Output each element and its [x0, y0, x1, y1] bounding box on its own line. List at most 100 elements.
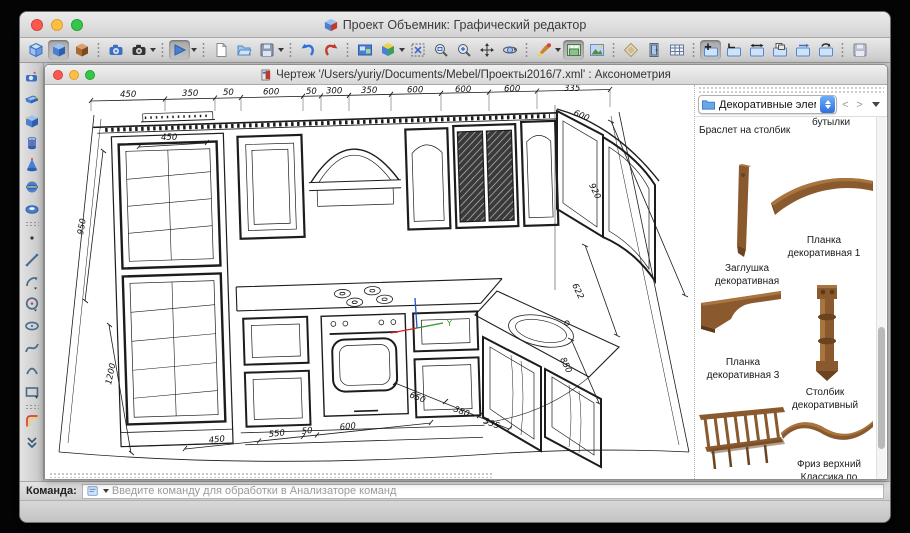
command-history-dropdown-icon[interactable] [103, 489, 109, 493]
doc-close-button[interactable] [53, 70, 63, 80]
list-item-image[interactable] [779, 413, 877, 455]
command-field[interactable] [82, 484, 884, 499]
background-image-icon[interactable] [586, 40, 607, 60]
save-dropdown-icon[interactable] [278, 48, 284, 52]
drawing-canvas[interactable]: 450 350 50 600 50 300 350 600 600 600 33… [45, 85, 694, 479]
zoom-extents-icon[interactable] [407, 40, 428, 60]
render-materials-icon[interactable] [533, 40, 554, 60]
palette-drag-handle[interactable] [698, 86, 884, 93]
palette-menu-button[interactable] [872, 102, 880, 107]
facade-icon[interactable] [643, 40, 664, 60]
status-bar [20, 500, 890, 522]
ellipse-tool-icon[interactable] [22, 316, 42, 336]
list-item-image[interactable] [769, 169, 877, 221]
redo-icon[interactable] [320, 40, 341, 60]
list-item-image[interactable] [697, 285, 785, 339]
copy-element-icon[interactable] [769, 40, 790, 60]
arc-tool-icon[interactable] [22, 360, 42, 380]
dimension-label: 600 [572, 109, 591, 124]
resize-element-icon[interactable] [746, 40, 767, 60]
list-item[interactable]: Браслет на столбик [699, 125, 809, 138]
add-corner-element-icon[interactable] [723, 40, 744, 60]
list-item[interactable]: Столбик декоративный [783, 387, 867, 412]
palette-back-button[interactable]: < [840, 99, 851, 111]
dimension-label: 850 [557, 356, 573, 375]
line-tool-icon[interactable] [22, 250, 42, 270]
palette-forward-button[interactable]: > [854, 99, 865, 111]
doc-zoom-button[interactable] [85, 70, 95, 80]
drawing-area[interactable]: 450 350 50 600 50 300 350 600 600 600 33… [45, 85, 694, 479]
fillet-tool-icon[interactable] [22, 411, 42, 431]
palette-scrollbar-thumb[interactable] [878, 327, 885, 449]
workspace: Чертеж '/Users/yuriy/Documents/Mebel/Про… [20, 63, 890, 481]
render-view-icon[interactable] [169, 40, 190, 60]
arc-dropdown-tool-icon[interactable] [22, 272, 42, 292]
sphere-tool-icon[interactable] [22, 177, 42, 197]
orbit-icon[interactable] [499, 40, 520, 60]
list-item-image[interactable] [807, 283, 847, 383]
cube-wireframe-icon[interactable] [25, 40, 46, 60]
undo-icon[interactable] [297, 40, 318, 60]
circle-tool-icon[interactable] [22, 294, 42, 314]
more-tools-icon[interactable] [22, 433, 42, 453]
rectangle-tool-icon[interactable] [22, 382, 42, 402]
box-tool-icon[interactable] [22, 111, 42, 131]
material-icon[interactable] [620, 40, 641, 60]
camera-list-icon[interactable] [128, 40, 149, 60]
palette-list: бутылки Браслет на столбик Заглушка деко… [695, 116, 887, 479]
new-document-icon[interactable] [210, 40, 231, 60]
select-stepper-icon[interactable] [820, 96, 835, 113]
doc-minimize-button[interactable] [69, 70, 79, 80]
save-project-icon[interactable] [849, 40, 870, 60]
camera-3d-icon[interactable] [22, 67, 42, 87]
camera-icon[interactable] [105, 40, 126, 60]
list-item-image[interactable] [725, 163, 761, 259]
document-title-bar[interactable]: Чертеж '/Users/yuriy/Documents/Mebel/Про… [45, 65, 887, 85]
view-cube-icon[interactable] [377, 40, 398, 60]
list-item[interactable]: Фриз верхний Классика по контуру наборны… [785, 459, 873, 479]
list-item[interactable]: Планка декоративная 1 [781, 235, 867, 260]
save-document-icon[interactable] [256, 40, 277, 60]
render-view-dropdown-icon[interactable] [191, 48, 197, 52]
minimize-button[interactable] [51, 19, 63, 31]
slab-tool-icon[interactable] [22, 89, 42, 109]
table-icon[interactable] [666, 40, 687, 60]
zoom-window-icon[interactable] [430, 40, 451, 60]
command-bar: Команда: [20, 481, 890, 500]
zoom-button[interactable] [71, 19, 83, 31]
add-element-icon[interactable] [700, 40, 721, 60]
rotate-element-icon[interactable] [815, 40, 836, 60]
command-history-icon[interactable] [87, 485, 99, 497]
cone-tool-icon[interactable] [22, 155, 42, 175]
move-element-icon[interactable] [792, 40, 813, 60]
list-item[interactable]: Планка декоративная 3 [695, 357, 791, 382]
horizontal-scrollbar[interactable] [49, 472, 494, 478]
spline-tool-icon[interactable] [22, 338, 42, 358]
torus-tool-icon[interactable] [22, 199, 42, 219]
dimension-label: 950 [76, 218, 89, 236]
room-view-icon[interactable] [563, 40, 584, 60]
document-icon [261, 69, 272, 81]
camera-list-dropdown-icon[interactable] [150, 48, 156, 52]
close-button[interactable] [31, 19, 43, 31]
cube-brown-icon[interactable] [71, 40, 92, 60]
render-materials-dropdown-icon[interactable] [555, 48, 561, 52]
viewport-image-icon[interactable] [354, 40, 375, 60]
list-item-image[interactable] [695, 405, 789, 475]
point-tool-icon[interactable] [22, 228, 42, 248]
pan-icon[interactable] [476, 40, 497, 60]
cylinder-tool-icon[interactable] [22, 133, 42, 153]
open-document-icon[interactable] [233, 40, 254, 60]
document-window: Чертеж '/Users/yuriy/Documents/Mebel/Про… [44, 64, 888, 480]
view-cube-dropdown-icon[interactable] [399, 48, 405, 52]
title-bar[interactable]: Проект Объемник: Графический редактор [20, 12, 890, 38]
window-title: Проект Объемник: Графический редактор [324, 18, 587, 32]
window-controls [31, 19, 83, 31]
palette-scrollbar[interactable] [876, 117, 886, 479]
dimension-label: 600 [504, 85, 520, 95]
cube-solid-icon[interactable] [48, 40, 69, 60]
zoom-in-icon[interactable] [453, 40, 474, 60]
dimension-label: 622 [569, 282, 585, 301]
command-input[interactable] [112, 485, 879, 497]
palette-category-select[interactable]: Декоративные элементы [698, 95, 837, 114]
